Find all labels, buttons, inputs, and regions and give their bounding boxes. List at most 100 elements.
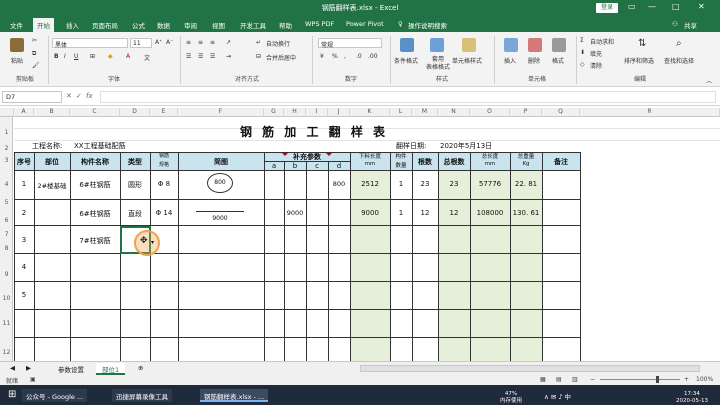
column-header[interactable]: F [178,108,264,117]
number-format-select[interactable]: 常规 [318,38,382,49]
column-header[interactable]: R [580,108,720,117]
cell-type[interactable]: 圆形 [120,180,150,190]
row-header[interactable]: 5 [0,199,13,206]
clear-button[interactable]: 清除 [590,61,602,70]
format-cells-icon[interactable] [552,38,566,52]
font-color-icon[interactable]: A [126,53,130,60]
zoom-out-icon[interactable]: − [590,376,595,383]
sort-filter-button[interactable]: 排序和筛选 [624,56,654,65]
insert-cells-button[interactable]: 插入 [504,56,516,65]
comment-marker-icon[interactable] [326,153,332,156]
align-left-icon[interactable]: ☰ [186,53,191,60]
column-header[interactable]: G [264,108,284,117]
zoom-in-icon[interactable]: + [684,376,689,383]
taskbar-item-chrome[interactable]: 公众号 - Google ... [22,389,88,402]
indent-icon[interactable]: ⇥ [226,53,231,60]
find-select-icon[interactable]: ⌕ [676,38,682,49]
share-button[interactable]: 共享 [684,20,697,30]
minimize-icon[interactable]: — [648,2,656,11]
fx-button[interactable]: fx [86,92,93,100]
cell-total-count[interactable]: 23 [438,180,470,188]
page-layout-view-icon[interactable]: ▤ [556,376,562,383]
cell-seq[interactable]: 1 [14,180,34,188]
table-format-button[interactable]: 套用 表格格式 [426,56,450,72]
border-icon[interactable]: ⊞ [90,53,95,60]
ribbon-display-icon[interactable]: ▭ [628,2,636,11]
cell-count[interactable]: 12 [412,209,438,217]
horizontal-scrollbar[interactable] [360,365,700,372]
dropdown-arrow-icon[interactable]: ▾ [151,239,154,246]
tab-help[interactable]: 帮助 [279,20,292,30]
merge-center-button[interactable]: 合并后居中 [266,53,296,62]
cell-member[interactable]: 6#柱钢筋 [70,209,120,219]
cut-icon[interactable]: ✂ [32,37,37,44]
row-header[interactable]: 9 [0,271,13,278]
cell-weight[interactable]: 130. 61 [510,209,542,217]
column-header[interactable]: L [390,108,412,117]
column-header[interactable]: J [328,108,350,117]
autosum-button[interactable]: 自动求和 [590,37,614,46]
comment-marker-icon[interactable] [282,153,288,156]
tab-insert[interactable]: 插入 [66,20,79,30]
sheet-tab-active[interactable]: 部位1 [96,363,126,375]
column-header[interactable]: M [412,108,438,117]
cell-spec[interactable]: Φ 14 [150,209,178,217]
cell-seq[interactable]: 3 [14,236,34,244]
next-sheet-icon[interactable]: ▶ [20,363,37,375]
enter-icon[interactable]: ✓ [76,92,82,100]
format-cells-button[interactable]: 格式 [552,56,564,65]
font-size-select[interactable]: 11 [130,38,152,48]
add-sheet-icon[interactable]: ⊕ [132,363,149,375]
cell-b[interactable]: 9000 [284,209,306,217]
name-box[interactable]: D7 [2,91,62,103]
find-select-button[interactable]: 查找和选择 [664,56,694,65]
wrap-text-button[interactable]: 自动换行 [266,39,290,48]
row-header[interactable]: 6 [0,217,13,224]
paste-icon[interactable] [10,38,24,52]
column-header[interactable]: H [284,108,306,117]
column-header[interactable]: E [150,108,178,117]
tab-review[interactable]: 审阅 [184,20,197,30]
maximize-icon[interactable]: □ [672,2,680,11]
tab-data[interactable]: 数据 [157,20,170,30]
macro-record-icon[interactable]: ▣ [30,376,36,383]
column-header[interactable]: D [120,108,150,117]
collapse-ribbon-icon[interactable]: ︿ [706,76,712,85]
formula-input[interactable] [100,91,716,103]
tab-page-layout[interactable]: 页面布局 [92,20,118,30]
fill-color-icon[interactable]: ◆ [108,53,113,60]
delete-cells-icon[interactable] [528,38,542,52]
increase-decimal-icon[interactable]: .0 [356,53,362,60]
cell-member[interactable]: 7#柱钢筋 [70,236,120,246]
cell-type[interactable]: 直段 [120,209,150,219]
prev-sheet-icon[interactable]: ◀ [4,363,21,375]
column-header[interactable]: A [14,108,34,117]
worksheet-grid[interactable]: 钢 筋 加 工 翻 样 表 工程名称: XX工程基础配筋 翻样日期: 2020年… [14,117,720,361]
cell-count[interactable]: 23 [412,180,438,188]
align-bottom-icon[interactable]: ≡ [210,39,215,46]
column-header[interactable]: P [510,108,542,117]
row-header[interactable]: 4 [0,181,13,188]
orientation-icon[interactable]: ↗ [226,39,231,46]
align-right-icon[interactable]: ☰ [210,53,215,60]
font-name-select[interactable]: 黑体 [52,38,128,49]
comma-icon[interactable]: , [344,53,346,60]
row-header[interactable]: 1 [0,129,13,136]
cell-total-length[interactable]: 57776 [470,180,510,188]
italic-icon[interactable]: I [64,53,66,60]
cancel-icon[interactable]: ✕ [66,92,72,100]
align-middle-icon[interactable]: ≡ [198,39,203,46]
table-format-icon[interactable] [430,38,444,52]
shrink-font-icon[interactable]: A⁻ [166,39,173,46]
cell-member-count[interactable]: 1 [390,209,412,217]
row-header[interactable]: 8 [0,245,13,252]
fill-button[interactable]: 填充 [590,49,602,58]
zoom-slider-thumb[interactable] [656,376,659,383]
tell-me-search[interactable]: 操作说明搜索 [408,20,447,30]
format-painter-icon[interactable]: 🖌 [32,62,40,69]
row-header[interactable]: 2 [0,145,13,152]
tab-file[interactable]: 文件 [10,20,23,30]
currency-icon[interactable]: ¥ [320,53,324,60]
cell-d[interactable]: 800 [328,180,350,188]
align-center-icon[interactable]: ☰ [198,53,203,60]
